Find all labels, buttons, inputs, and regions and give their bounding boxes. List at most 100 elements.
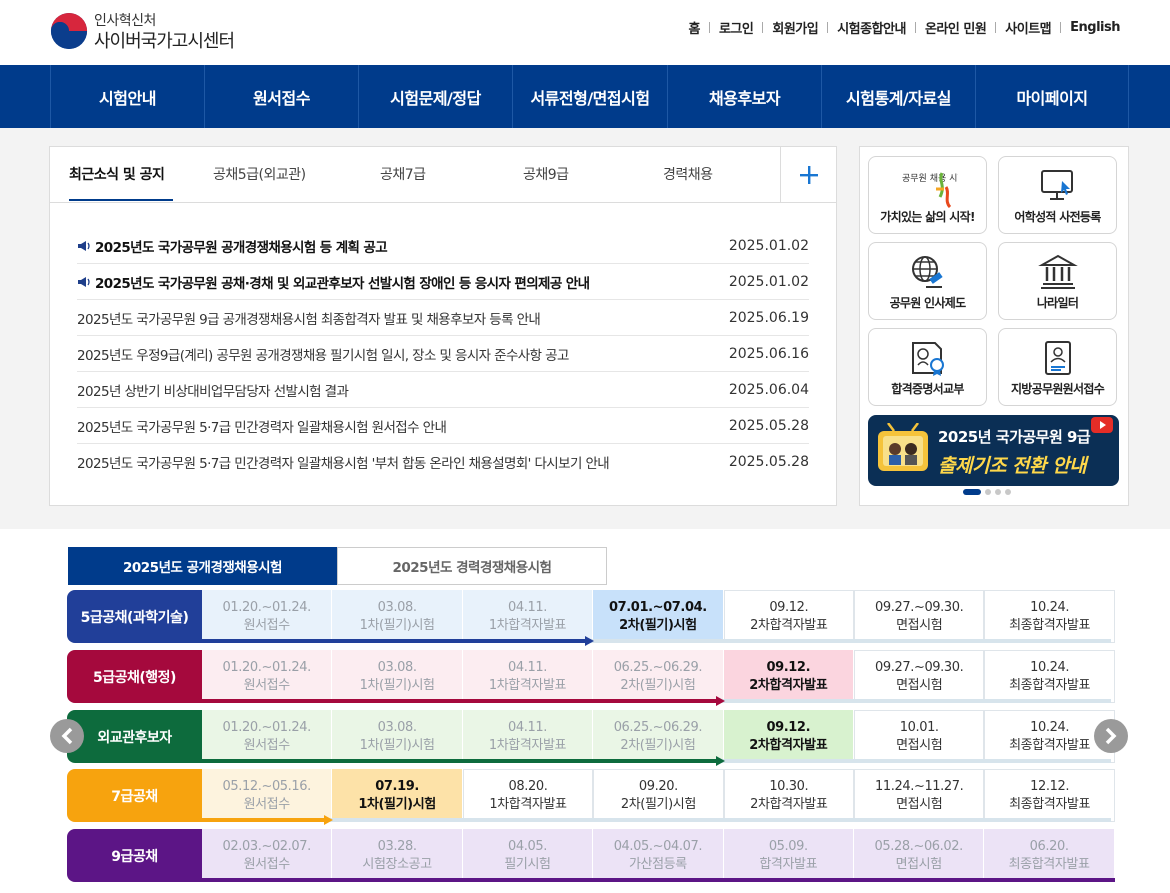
schedule-step-title: 2차(필기)시험 [620, 677, 696, 693]
nav-item-mypage[interactable]: 마이페이지 [976, 65, 1129, 128]
government-emblem-icon[interactable] [50, 12, 88, 50]
nav-item-candidates[interactable]: 채용후보자 [668, 65, 822, 128]
schedule-step-title: 1차합격자발표 [489, 796, 567, 812]
schedule-step-date: 04.11. [508, 599, 547, 615]
site-name[interactable]: 사이버국가고시센터 [94, 27, 235, 53]
quick-recruit-campaign[interactable]: 공무원 채용 시험 가치있는 삶의 시작! [868, 156, 987, 234]
schedule-row-label[interactable]: 7급공채 [67, 769, 202, 822]
schedule-step-date: 01.20.~01.24. [222, 719, 312, 735]
quick-local-gov-application[interactable]: 지방공무원원서접수 [998, 328, 1117, 406]
nav-item-questions-answers[interactable]: 시험문제/정답 [359, 65, 513, 128]
megaphone-icon [78, 240, 90, 251]
news-title[interactable]: 2025년도 국가공무원 5·7급 민간경력자 일괄채용시험 원서접수 안내 [77, 416, 447, 436]
schedule-step: 01.20.~01.24. 원서접수 [202, 650, 333, 703]
schedule-step-date: 03.08. [377, 719, 417, 735]
tab-grade9[interactable]: 공채9급 [523, 164, 569, 184]
util-link-english[interactable]: English [1070, 20, 1120, 35]
news-date: 2025.05.28 [728, 454, 809, 470]
schedule-step-date: 09.12. [766, 659, 811, 675]
schedule-row-label[interactable]: 5급공채(행정) [67, 650, 202, 703]
schedule-step: 06.20. 최종합격자발표 [984, 829, 1115, 882]
megaphone-icon [78, 276, 90, 287]
quick-pass-certificate[interactable]: 합격증명서교부 [868, 328, 987, 406]
schedule-step: 04.05.~04.07. 가산점등록 [593, 829, 724, 882]
schedule-step-title: 원서접수 [243, 856, 291, 872]
schedule-row-label[interactable]: 외교관후보자 [67, 710, 202, 763]
schedule-step-title: 원서접수 [243, 737, 291, 753]
schedule-step: 09.27.~09.30. 면접시험 [854, 650, 985, 703]
quick-language-score-register[interactable]: 어학성적 사전등록 [998, 156, 1117, 234]
progress-bar [202, 639, 586, 643]
globe-gavel-icon [911, 256, 943, 288]
schedule-step-title: 합격자발표 [759, 856, 818, 872]
schedule-step-title: 1차(필기)시험 [358, 796, 436, 812]
util-link-exam-guide[interactable]: 시험종합안내 [837, 18, 906, 37]
pagination-dot[interactable] [985, 489, 991, 495]
util-link-signup[interactable]: 회원가입 [772, 18, 818, 37]
news-title[interactable]: 2025년도 국가공무원 9급 공개경쟁채용시험 최종합격자 발표 및 채용후보… [77, 308, 541, 328]
schedule-step: 05.09. 합격자발표 [723, 829, 854, 882]
schedule-row: 9급공채 02.03.~02.07. 원서접수 03.28. 시험장소공고 04.05. 필… [67, 829, 1115, 882]
news-title[interactable]: 2025년 상반기 비상대비업무담당자 선발시험 결과 [77, 380, 349, 400]
pagination-dot[interactable] [1005, 489, 1011, 495]
news-item[interactable]: 2025년도 국가공무원 공개경쟁채용시험 등 계획 공고 2025.01.02 [77, 228, 809, 264]
schedule-step-title: 2차(필기)시험 [620, 737, 696, 753]
promo-banner[interactable]: 2025년 국가공무원 9급 출제기조 전환 안내 [868, 415, 1119, 486]
news-item[interactable]: 2025년도 국가공무원 공채·경채 및 외교관후보자 선발시험 장애인 등 응… [77, 264, 809, 300]
schedule-step-date: 02.03.~02.07. [222, 838, 312, 854]
monitor-cursor-icon [1040, 170, 1073, 200]
nav-item-statistics[interactable]: 시험통계/자료실 [822, 65, 976, 128]
news-title[interactable]: 2025년도 국가공무원 공개경쟁채용시험 등 계획 공고 [77, 236, 388, 256]
schedule-step-title: 2차합격자발표 [750, 617, 828, 633]
tab-grade5-diplomat[interactable]: 공채5급(외교관) [213, 164, 306, 184]
schedule-step-date: 06.25.~06.29. [613, 659, 703, 675]
main-nav: 시험안내 원서접수 시험문제/정답 서류전형/면접시험 채용후보자 시험통계/자… [0, 65, 1170, 128]
schedule-step-title: 면접시험 [896, 617, 943, 633]
tab-career[interactable]: 경력채용 [663, 164, 713, 184]
schedule-step-title: 최종합격자발표 [1009, 796, 1091, 812]
schedule-step-date: 04.05. [508, 838, 547, 854]
schedule-next-button[interactable] [1094, 719, 1128, 753]
schedule-row-label[interactable]: 9급공채 [67, 829, 202, 882]
nav-item-exam-info[interactable]: 시험안내 [51, 65, 205, 128]
news-title-text: 2025년도 국가공무원 5·7급 민간경력자 일괄채용시험 '부처 합동 온라… [77, 456, 610, 472]
quick-label: 지방공무원원서접수 [1010, 382, 1105, 396]
news-title[interactable]: 2025년도 국가공무원 5·7급 민간경력자 일괄채용시험 '부처 합동 온라… [77, 452, 610, 472]
quick-nara-iltur[interactable]: 나라일터 [998, 242, 1117, 320]
schedule-step: 10.30. 2차합격자발표 [723, 769, 854, 822]
tab-open-competition-exam[interactable]: 2025년도 공개경쟁채용시험 [68, 547, 337, 585]
schedule-step-title: 1차합격자발표 [488, 617, 567, 633]
news-title[interactable]: 2025년도 국가공무원 공채·경채 및 외교관후보자 선발시험 장애인 등 응… [77, 272, 590, 292]
tab-grade7[interactable]: 공채7급 [380, 164, 426, 184]
nav-item-document-interview[interactable]: 서류전형/면접시험 [513, 65, 668, 128]
schedule-step: 04.11. 1차합격자발표 [462, 650, 594, 703]
quick-personnel-system[interactable]: 공무원 인사제도 [868, 242, 987, 320]
pagination-dot[interactable] [963, 489, 981, 495]
schedule-step: 03.08. 1차(필기)시험 [332, 590, 463, 643]
schedule-step-title: 최종합격자발표 [1009, 617, 1091, 633]
schedule-prev-button[interactable] [50, 719, 84, 753]
progress-bar [202, 759, 716, 763]
util-link-sitemap[interactable]: 사이트맵 [1005, 18, 1051, 37]
chevron-left-icon [61, 727, 73, 745]
schedule-step-date: 11.24.~11.27. [875, 778, 964, 794]
util-link-home[interactable]: 홈 [689, 18, 701, 37]
more-button[interactable] [780, 147, 836, 202]
nav-item-application[interactable]: 원서접수 [205, 65, 359, 128]
news-item[interactable]: 2025년도 국가공무원 5·7급 민간경력자 일괄채용시험 '부처 합동 온라… [77, 444, 809, 480]
tv-presenters-icon [878, 423, 928, 471]
news-item[interactable]: 2025년 상반기 비상대비업무담당자 선발시험 결과 2025.06.04 [77, 372, 809, 408]
tab-career-competition-exam[interactable]: 2025년도 경력경쟁채용시험 [337, 547, 607, 585]
person-document-icon [1044, 341, 1071, 375]
news-item[interactable]: 2025년도 국가공무원 9급 공개경쟁채용시험 최종합격자 발표 및 채용후보… [77, 300, 809, 336]
util-link-online-civil[interactable]: 온라인 민원 [925, 18, 987, 37]
schedule-row: 5급공채(과학기술) 01.20.~01.24. 원서접수 03.08. 1차(필기)시… [67, 590, 1115, 646]
pagination-dot[interactable] [995, 489, 1001, 495]
news-title[interactable]: 2025년도 우정9급(계리) 공무원 공개경쟁채용 필기시험 일시, 장소 및… [77, 344, 569, 364]
schedule-step: 01.20.~01.24. 원서접수 [202, 590, 333, 643]
util-link-login[interactable]: 로그인 [719, 18, 754, 37]
news-item[interactable]: 2025년도 국가공무원 5·7급 민간경력자 일괄채용시험 원서접수 안내 20… [77, 408, 809, 444]
news-item[interactable]: 2025년도 우정9급(계리) 공무원 공개경쟁채용 필기시험 일시, 장소 및… [77, 336, 809, 372]
tab-latest-news[interactable]: 최근소식 및 공지 [69, 164, 165, 184]
schedule-row-label[interactable]: 5급공채(과학기술) [67, 590, 202, 643]
